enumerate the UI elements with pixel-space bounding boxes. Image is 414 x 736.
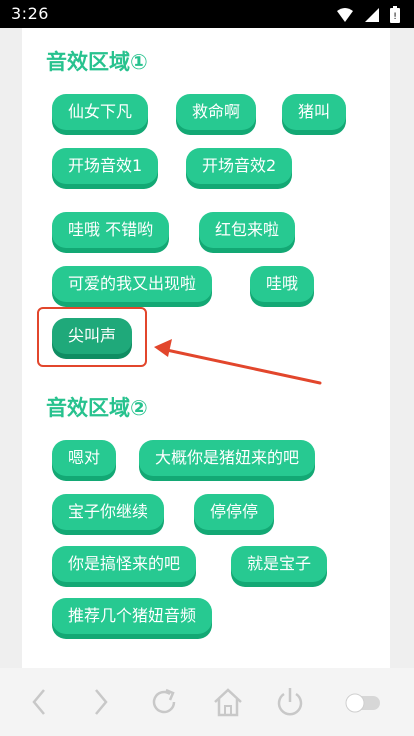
bottom-nav-bar [0, 668, 414, 736]
sound-button[interactable]: 救命啊 [176, 94, 257, 130]
sound-button[interactable]: 你是搞怪来的吧 [52, 546, 197, 582]
sound-button[interactable]: 哇哦 [250, 266, 315, 302]
section-title-2: 音效区域② [46, 396, 148, 420]
sound-button[interactable]: 仙女下凡 [52, 94, 149, 130]
annotation-arrow [154, 339, 322, 385]
reload-icon[interactable] [146, 684, 182, 720]
section-title-1: 音效区域① [46, 50, 148, 74]
sound-button[interactable]: 就是宝子 [231, 546, 328, 582]
sound-button[interactable]: 推荐几个猪妞音频 [52, 598, 213, 634]
sound-button[interactable]: 红包来啦 [199, 212, 296, 248]
sound-button[interactable]: 开场音效2 [186, 148, 293, 184]
home-icon[interactable] [210, 684, 246, 720]
sound-button[interactable]: 停停停 [194, 494, 275, 530]
power-icon[interactable] [272, 684, 308, 720]
sound-button[interactable]: 开场音效1 [52, 148, 159, 184]
sound-button[interactable]: 嗯对 [52, 440, 117, 476]
sound-button[interactable]: 猪叫 [282, 94, 347, 130]
svg-text:!: ! [393, 12, 397, 22]
sound-button[interactable]: 宝子你继续 [52, 494, 165, 530]
toggle-switch[interactable] [342, 684, 382, 720]
highlight-box [37, 307, 147, 367]
status-icons: ! [336, 6, 400, 23]
battery-icon: ! [390, 6, 400, 23]
back-icon[interactable] [22, 684, 58, 720]
forward-icon[interactable] [82, 684, 118, 720]
wifi-icon [337, 7, 353, 22]
sound-button[interactable]: 哇哦 不错哟 [52, 212, 170, 248]
status-time: 3:26 [11, 4, 49, 23]
sound-button[interactable]: 大概你是猪妞来的吧 [139, 440, 316, 476]
signal-icon [365, 7, 379, 22]
status-bar: 3:26 ! [0, 0, 414, 28]
sound-button[interactable]: 可爱的我又出现啦 [52, 266, 213, 302]
